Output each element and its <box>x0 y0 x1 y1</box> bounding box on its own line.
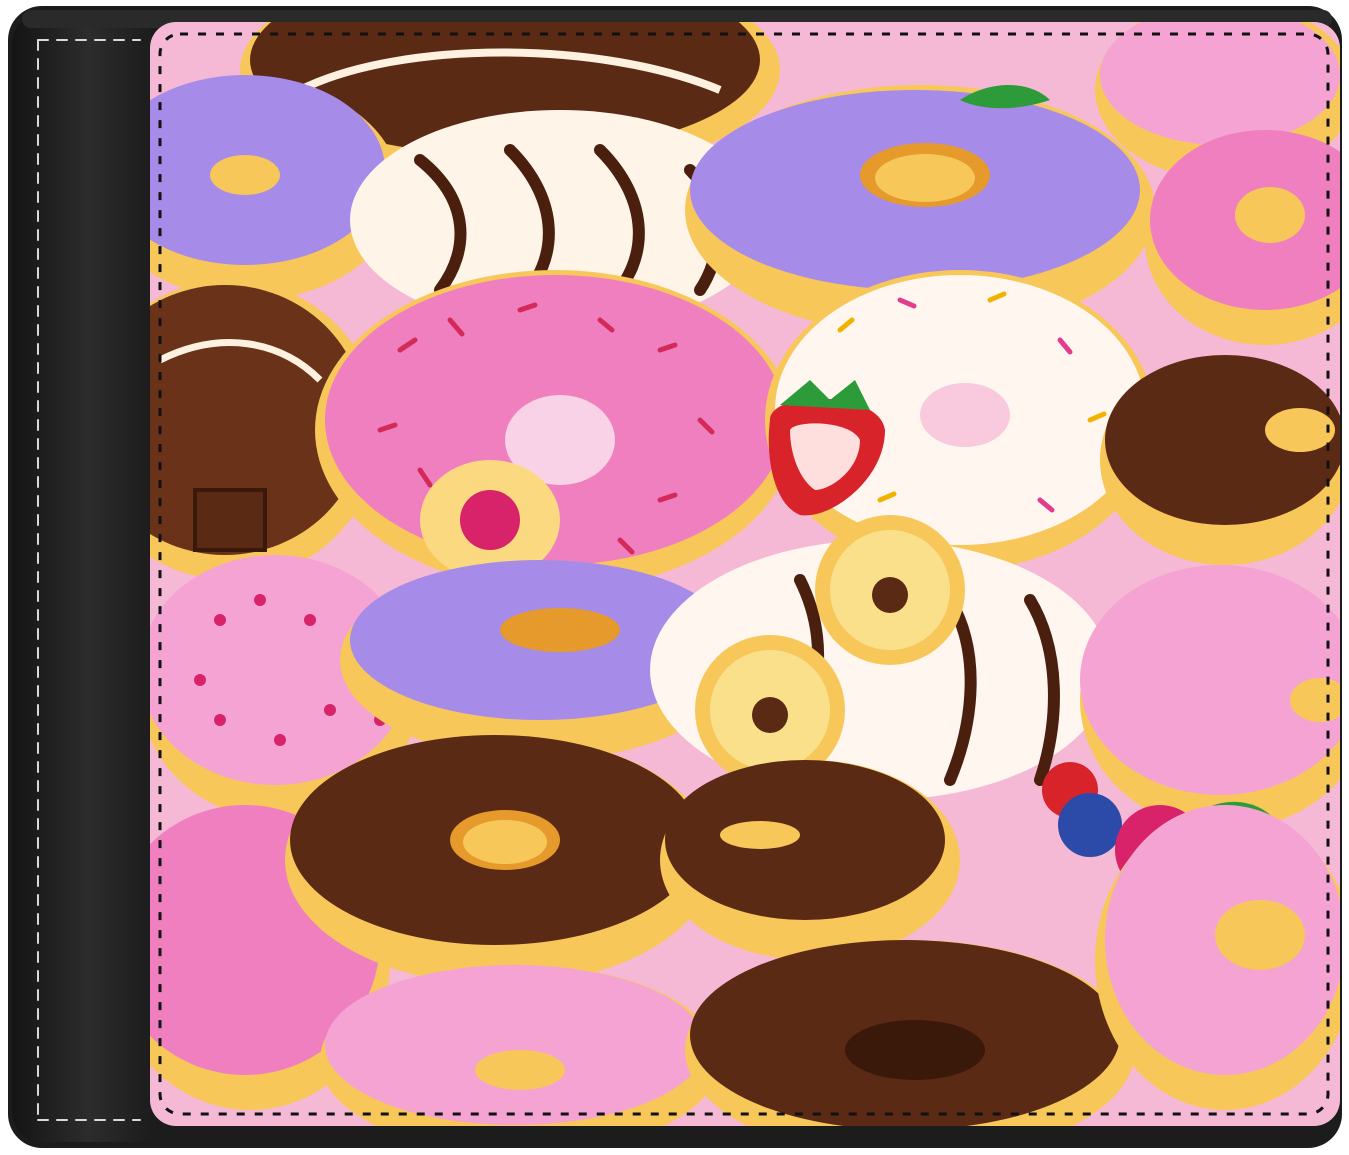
donut-chocolate-mid <box>660 760 960 960</box>
donut-chocolate-right <box>1100 355 1340 565</box>
donut-print <box>150 22 1340 1126</box>
donut-chocolate-bigbottom <box>685 940 1135 1126</box>
wallet-illustration <box>8 6 1342 1148</box>
wallet-product-photo <box>0 0 1349 1155</box>
donut-chocolate-bottom <box>285 735 715 985</box>
